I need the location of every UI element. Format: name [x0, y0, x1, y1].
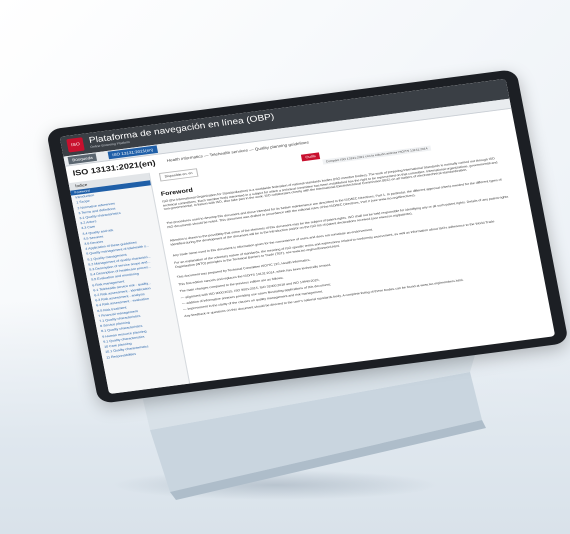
compare-edition-link[interactable]: Compare ISO 13131:2021 con la edición an…: [322, 145, 432, 165]
tablet-device: ISO Plataforma de navegación en línea (O…: [46, 65, 570, 462]
language-select[interactable]: Disponible en: en: [158, 168, 199, 182]
tablet-screen: ISO Plataforma de navegación en línea (O…: [59, 78, 556, 395]
main-content: Disponible en: en Outils Compare ISO 131…: [153, 126, 554, 384]
iso-logo: ISO: [66, 137, 85, 153]
tools-button[interactable]: Outils: [300, 152, 321, 162]
tab-search[interactable]: Búsqueda: [67, 153, 98, 165]
tablet-frame: ISO Plataforma de navegación en línea (O…: [46, 68, 569, 404]
product-photo-scene: ISO Plataforma de navegación en línea (O…: [0, 0, 570, 534]
